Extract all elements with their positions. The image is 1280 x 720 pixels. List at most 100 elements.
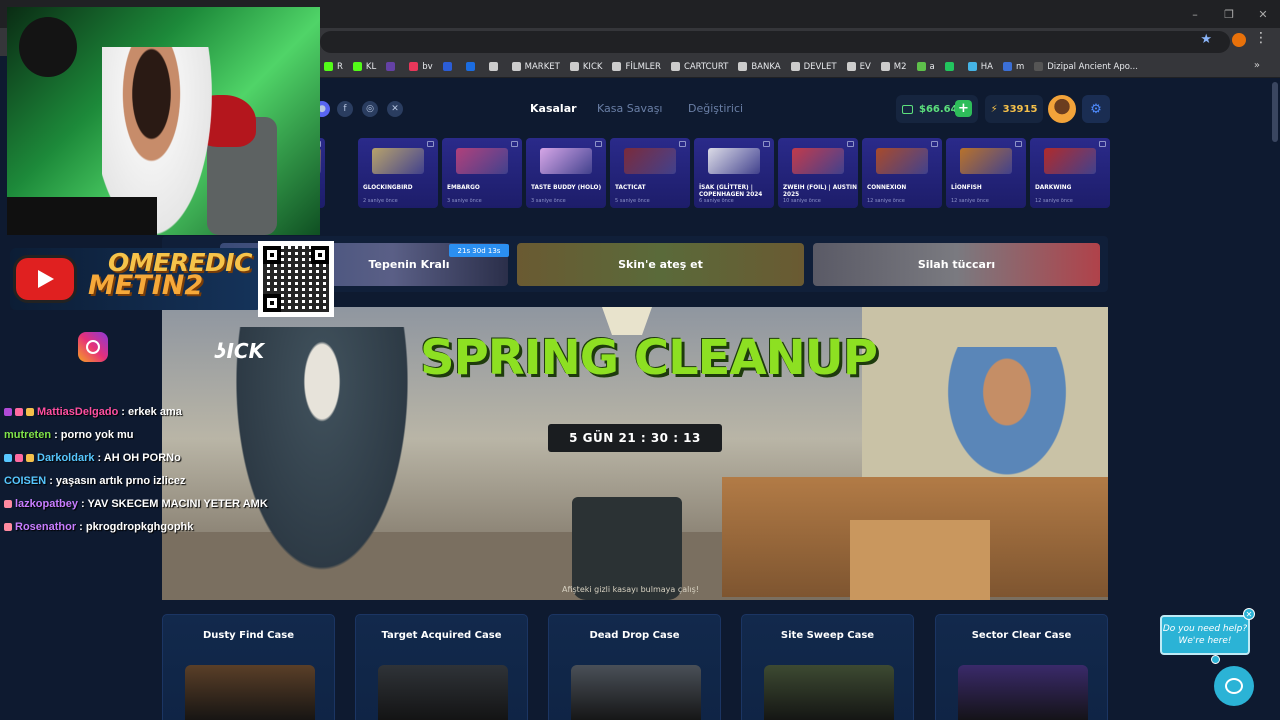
drop-card[interactable]: LİONFISH 12 saniye önce [946,138,1026,208]
case-name: Sector Clear Case [971,630,1072,641]
inspect-icon[interactable] [1015,141,1022,147]
avatar[interactable] [1048,95,1076,123]
item-image [456,148,508,174]
case-card[interactable]: Site Sweep Case [741,614,914,720]
x-icon[interactable]: ✕ [387,101,403,117]
help-bubble[interactable]: Do you need help? We're here! [1160,615,1250,655]
inspect-icon[interactable] [679,141,686,147]
youtube-icon [16,258,74,300]
restore-icon[interactable]: ❐ [1212,0,1246,28]
chat-message: mutreten: porno yok mu [4,423,304,446]
bookmark-item[interactable]: M2 [880,62,907,72]
bookmark-item[interactable] [488,62,502,71]
drop-card[interactable]: TACTICAT 5 saniye önce [610,138,690,208]
scrollbar[interactable] [1272,82,1278,142]
event-hint: Afişteki gizli kasayı bulmaya çalış! [562,585,699,594]
tile-label: Silah tüccarı [917,258,996,271]
chat-badge-icon [26,453,34,462]
deposit-button[interactable]: + [955,100,972,117]
bookmark-label: FİLMLER [625,61,661,72]
drop-card[interactable]: CONNEXION 12 saniye önce [862,138,942,208]
close-icon[interactable]: ✕ [1243,608,1255,620]
bolt-icon: ⚡ [990,103,998,115]
bookmark-item[interactable]: DEVLET [790,62,837,72]
bookmark-icon [569,62,579,71]
address-field[interactable] [320,31,1230,53]
drop-card[interactable]: ZWEIH (FOIL) | AUSTIN 2025 10 saniye önce [778,138,858,208]
bookmark-icon [511,62,521,71]
chat-username: lazkopatbey [15,497,78,510]
bookmark-item[interactable]: a [916,62,935,72]
minimize-icon[interactable]: – [1178,0,1212,28]
bookmark-star-icon[interactable]: ★ [1200,32,1212,47]
inspect-icon[interactable] [511,141,518,147]
bookmark-item[interactable]: m [1002,62,1024,72]
bookmark-label: EV [859,61,871,72]
item-time: 12 saniye önce [951,198,989,204]
bookmark-item[interactable]: BANKA [738,62,781,72]
chat-username: mutreten [4,428,52,441]
bookmark-item[interactable] [465,62,479,71]
bookmark-item[interactable] [944,62,958,71]
help-bubble-tail [1211,655,1220,664]
bookmarks-overflow-icon[interactable]: » [1254,60,1260,71]
gear-icon[interactable]: ⚙ [1082,95,1110,123]
bookmark-item[interactable]: KL [352,62,376,72]
coins-box[interactable]: ⚡ 33915 [985,95,1043,123]
item-image [372,148,424,174]
bookmark-icon [324,62,333,71]
profile-extension-icon[interactable] [1232,33,1246,47]
drop-card[interactable]: İSAK (GLİTTER) | COPENHAGEN 2024 6 saniye… [694,138,774,208]
drop-card[interactable]: GLOCKINGBIRD 2 saniye önce [358,138,438,208]
case-card[interactable]: Sector Clear Case [935,614,1108,720]
bookmark-item[interactable]: CARTCURT [670,62,728,72]
tab-kasalar[interactable]: Kasalar [530,102,577,115]
bookmark-icon [738,62,748,71]
bookmark-item[interactable] [386,62,399,71]
bookmark-item[interactable]: MARKET [511,62,560,72]
inspect-icon[interactable] [763,141,770,147]
item-image [1044,148,1096,174]
inspect-icon[interactable] [427,141,434,147]
chat-badge-icon [4,453,12,462]
drop-card[interactable]: EMBARGO 3 saniye önce [442,138,522,208]
case-card[interactable]: Target Acquired Case [355,614,528,720]
bookmark-label: KICK [582,61,603,72]
case-chest-image [378,665,508,720]
inspect-icon[interactable] [847,141,854,147]
case-card[interactable]: Dusty Find Case [162,614,335,720]
case-card[interactable]: Dead Drop Case [548,614,721,720]
bookmark-item[interactable]: R [324,62,343,72]
case-chest-image [958,665,1088,720]
bookmark-item[interactable]: Dizipal Ancient Apo... [1034,62,1138,72]
tile-shoot-skin[interactable]: Skin'e ateş et [517,243,804,286]
inspect-icon[interactable] [595,141,602,147]
instagram-icon [78,332,108,362]
bookmark-item[interactable]: FİLMLER [612,61,661,72]
instagram-icon[interactable]: ◎ [362,101,378,117]
bookmark-item[interactable] [442,62,456,71]
bookmark-item[interactable]: HA [967,62,993,72]
inspect-icon[interactable] [1099,141,1106,147]
bookmark-icon [442,62,452,71]
item-name: TASTE BUDDY (HOLO) [531,185,602,191]
inspect-icon[interactable] [931,141,938,147]
kebab-menu-icon[interactable]: ⋮ [1254,30,1268,46]
facebook-icon[interactable]: f [337,101,353,117]
tile-arms-dealer[interactable]: Silah tüccarı [813,243,1100,286]
drop-card[interactable]: TASTE BUDDY (HOLO) 3 saniye önce [526,138,606,208]
bookmark-item[interactable]: EV [846,61,871,72]
tile-timer-badge: 21s 30d 13s [449,244,509,257]
bookmark-icon [1002,62,1012,71]
bookmark-item[interactable]: bv [409,62,433,72]
tab-kasa-savasi[interactable]: Kasa Savaşı [597,102,663,115]
drop-card[interactable]: DARKWING 12 saniye önce [1030,138,1110,208]
item-name: EMBARGO [447,185,480,191]
webcam-monitor [7,197,157,235]
bookmark-item[interactable]: KICK [569,61,603,72]
tab-degistirici[interactable]: Değiştirici [688,102,743,115]
support-chat-button[interactable] [1214,666,1254,706]
close-icon[interactable]: ✕ [1246,0,1280,28]
chat-badge-icon [26,407,34,416]
chat-text: : pkrogdropkghgophk [79,520,194,533]
